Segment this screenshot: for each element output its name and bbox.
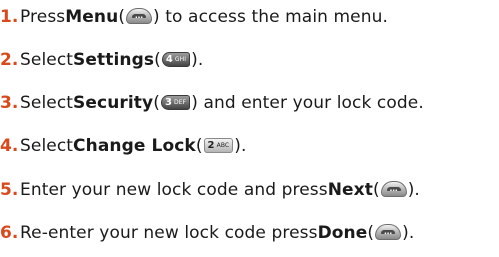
step-2: 2. Select Settings ( 4 GHI ).: [0, 43, 203, 77]
step-3: 3. Select Security ( 3 DEF ) and enter yo…: [0, 86, 424, 120]
change-lock-label: Change Lock: [73, 136, 196, 156]
paren-open: (: [118, 7, 126, 27]
step-text-after: ) to access the main menu.: [153, 7, 388, 27]
step-text-before: Select: [20, 93, 74, 113]
step-number: 4.: [0, 136, 19, 156]
step-6: 6. Re-enter your new lock code press Don…: [0, 216, 414, 250]
step-text-after: ).: [402, 223, 415, 243]
step-text-before: Select: [20, 50, 74, 70]
paren-open: (: [367, 223, 375, 243]
next-label: Next: [327, 180, 373, 200]
step-number: 3.: [0, 93, 19, 113]
settings-label: Settings: [73, 50, 155, 70]
done-label: Done: [317, 223, 368, 243]
next-softkey-icon: …: [380, 181, 407, 197]
step-text-after: ).: [191, 50, 204, 70]
step-text-after: ).: [407, 180, 420, 200]
paren-open: (: [372, 180, 380, 200]
step-text-after: ) and enter your lock code.: [191, 93, 424, 113]
menu-softkey-icon: …: [126, 8, 153, 24]
done-softkey-icon: …: [375, 224, 402, 240]
paren-open: (: [195, 136, 203, 156]
step-number: 6.: [0, 223, 19, 243]
step-text-before: Re-enter your new lock code press: [20, 223, 318, 243]
security-label: Security: [73, 93, 154, 113]
step-number: 2.: [0, 50, 19, 70]
paren-open: (: [154, 50, 161, 70]
key-4-ghi-icon: 4 GHI: [161, 51, 191, 67]
step-5: 5. Enter your new lock code and press Ne…: [0, 173, 420, 207]
step-text-after: ).: [234, 136, 247, 156]
step-1: 1. Press Menu ( … ) to access the main m…: [0, 0, 388, 34]
step-text-before: Enter your new lock code and press: [20, 180, 328, 200]
menu-label: Menu: [65, 7, 119, 27]
paren-open: (: [153, 93, 160, 113]
step-text-before: Press: [20, 7, 66, 27]
key-2-abc-icon: 2 ABC: [203, 137, 234, 153]
step-4: 4. Select Change Lock ( 2 ABC ).: [0, 129, 246, 163]
step-number: 5.: [0, 180, 19, 200]
key-3-def-icon: 3 DEF: [160, 94, 191, 110]
step-number: 1.: [0, 7, 19, 27]
step-text-before: Select: [20, 136, 74, 156]
